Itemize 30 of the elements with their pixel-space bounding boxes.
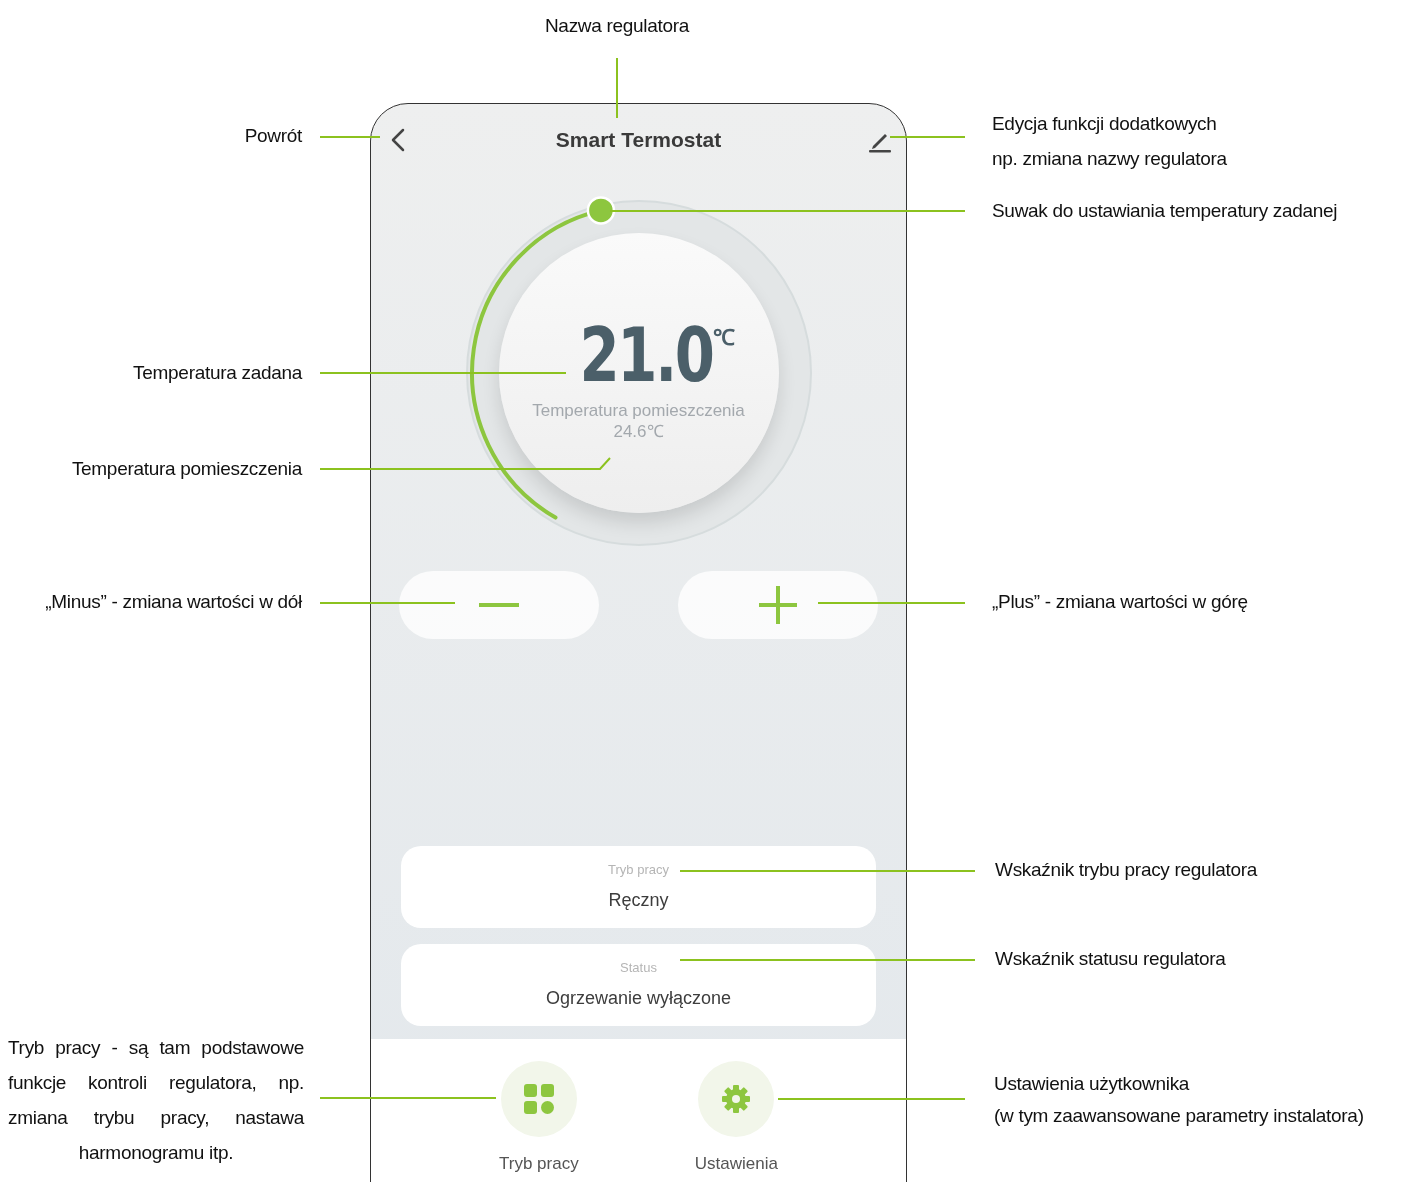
- room-temperature-label: Temperatura pomieszczenia: [532, 401, 745, 421]
- setpoint-value: 21.0: [579, 315, 713, 395]
- back-chevron-icon: [391, 128, 405, 152]
- app-title: Smart Termostat: [555, 127, 722, 154]
- callout-label: Temperatura zadana: [132, 361, 302, 385]
- callout-label: Temperatura pomieszczenia: [70, 457, 302, 481]
- card-label: Tryb pracy: [608, 860, 669, 879]
- callout-label: Wskaźnik trybu pracy regulatora: [995, 858, 1259, 882]
- callout-label: Suwak do ustawiania temperatury zadanej: [992, 199, 1339, 223]
- callout-label: Ustawienia użytkownika (w tym zaawansowane parametry instalatora): [994, 1072, 1365, 1128]
- callout-label: „Minus” - zmiana wartości w dół: [44, 590, 302, 614]
- room-temperature-value: 24.6℃: [613, 421, 664, 443]
- plus-icon: [759, 586, 797, 624]
- card-value: Ręczny: [608, 889, 669, 913]
- nav-item[interactable]: Tryb pracy: [499, 1061, 579, 1182]
- callout-label: Edycja funkcji dodatkowych np. zmiana nazwy regulatora: [992, 112, 1228, 171]
- leader-line: [616, 57, 618, 119]
- callout-label: „Plus” - zmiana wartości w górę: [992, 590, 1249, 614]
- settings-icon: [721, 1084, 752, 1114]
- callout-label: Wskaźnik statusu regulatora: [995, 947, 1227, 971]
- nav-item[interactable]: Ustawienia: [694, 1061, 778, 1182]
- leader-line: [319, 136, 381, 138]
- card-label: Status: [620, 958, 657, 977]
- callout-label: Nazwa regulatora: [543, 14, 691, 38]
- unit-label: ℃: [712, 324, 735, 350]
- callout-label: Powrót: [243, 124, 302, 148]
- card-value: Ogrzewanie wyłączone: [545, 987, 732, 1011]
- minus-icon: [479, 602, 519, 608]
- grid-icon: [523, 1084, 554, 1114]
- callout-label: Tryb pracy - są tam podstawowe funkcje kontroli regulatora, np. zmiana trybu pracy, nastawa harmonogramu itp.: [8, 1036, 304, 1165]
